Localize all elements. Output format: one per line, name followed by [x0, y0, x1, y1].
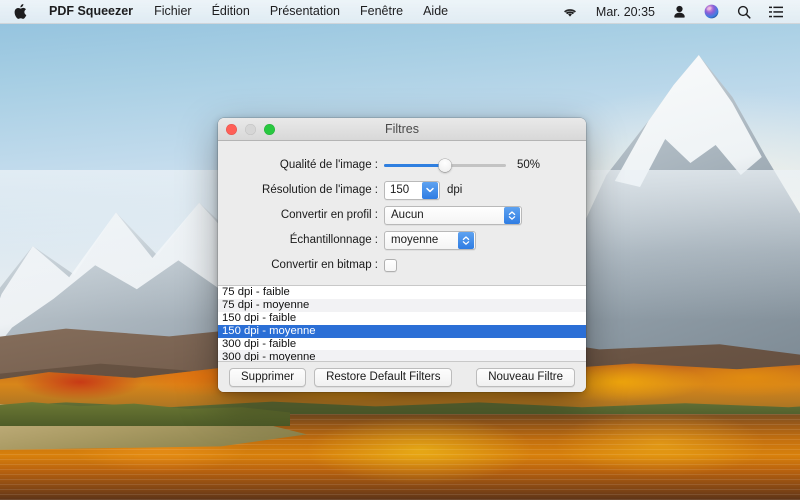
image-resolution-unit: dpi	[447, 184, 463, 196]
window-footer: Supprimer Restore Default Filters Nouvea…	[218, 362, 586, 392]
menu-item-fenetre[interactable]: Fenêtre	[350, 0, 413, 23]
menu-item-presentation[interactable]: Présentation	[260, 0, 350, 23]
menu-app-name[interactable]: PDF Squeezer	[38, 0, 144, 23]
convert-profile-value: Aucun	[391, 209, 424, 221]
filter-list: 75 dpi - faible 75 dpi - moyenne 150 dpi -…	[218, 286, 586, 362]
wifi-icon[interactable]	[553, 0, 587, 23]
filter-list-row-label: 75 dpi - faible	[222, 286, 290, 299]
minimize-button[interactable]	[245, 123, 256, 135]
menu-item-aide[interactable]: Aide	[413, 0, 458, 23]
image-resolution-combobox[interactable]: 150	[384, 180, 440, 200]
row-convert-profile: Convertir en profil : Aucun	[218, 205, 586, 225]
filter-list-row[interactable]: 300 dpi - moyenne	[218, 350, 586, 362]
user-account-icon[interactable]	[664, 0, 695, 23]
spotlight-search-icon[interactable]	[728, 0, 760, 23]
image-quality-slider[interactable]	[384, 156, 506, 174]
filter-list-row[interactable]: 150 dpi - moyenne	[218, 324, 586, 338]
sampling-control: moyenne	[384, 230, 476, 250]
filter-list-row[interactable]: 75 dpi - faible	[218, 286, 586, 299]
filter-list-row-label: 300 dpi - moyenne	[222, 350, 316, 362]
filter-list-row-label: 300 dpi - faible	[222, 338, 297, 350]
filter-list-row-label: 75 dpi - moyenne	[222, 299, 310, 312]
filter-list-row-label: 150 dpi - moyenne	[222, 325, 316, 338]
slider-track-fill	[384, 163, 445, 167]
convert-bitmap-checkbox[interactable]	[384, 258, 397, 272]
image-quality-value: 50%	[517, 159, 541, 171]
siri-icon[interactable]	[695, 0, 728, 23]
delete-button[interactable]: Supprimer	[229, 367, 307, 387]
convert-bitmap-control	[384, 258, 397, 272]
convert-profile-label: Convertir en profil :	[280, 209, 378, 221]
window-titlebar[interactable]: Filtres	[218, 118, 586, 141]
row-sampling: Échantillonnage : moyenne	[218, 230, 586, 250]
chevron-up-down-icon[interactable]	[504, 206, 520, 224]
slider-knob[interactable]	[438, 158, 452, 172]
close-button[interactable]	[226, 123, 237, 135]
convert-bitmap-label: Convertir en bitmap :	[271, 259, 378, 271]
filters-window: Filtres Qualité de l'image : 50% Résolut…	[218, 118, 586, 392]
menu-item-fichier[interactable]: Fichier	[144, 0, 202, 23]
sampling-label: Échantillonnage :	[289, 234, 378, 246]
filter-list-row-label: 150 dpi - faible	[222, 312, 297, 325]
image-resolution-control: 150 dpi	[384, 180, 463, 200]
menu-item-edition[interactable]: Édition	[202, 0, 260, 23]
sampling-popup[interactable]: moyenne	[384, 230, 476, 250]
menu-bar-status-area: Mar. 20:35	[553, 0, 800, 23]
menu-bar-left: PDF Squeezer Fichier Édition Présentatio…	[0, 0, 458, 23]
row-image-quality: Qualité de l'image : 50%	[218, 155, 586, 175]
convert-profile-popup[interactable]: Aucun	[384, 205, 522, 225]
convert-profile-control: Aucun	[384, 205, 522, 225]
image-resolution-value[interactable]: 150	[385, 184, 422, 196]
filter-list-row[interactable]: 75 dpi - moyenne	[218, 298, 586, 312]
filter-settings-form: Qualité de l'image : 50% Résolution de l…	[218, 141, 586, 285]
chevron-up-down-icon[interactable]	[458, 231, 474, 249]
restore-default-filters-button[interactable]: Restore Default Filters	[314, 367, 453, 387]
sampling-value: moyenne	[391, 234, 439, 246]
traffic-lights	[218, 123, 275, 135]
filter-list-row[interactable]: 300 dpi - faible	[218, 337, 586, 351]
new-filter-button[interactable]: Nouveau Filtre	[476, 367, 575, 387]
image-resolution-label: Résolution de l'image :	[262, 184, 378, 196]
zoom-button[interactable]	[264, 123, 275, 135]
row-convert-bitmap: Convertir en bitmap :	[218, 255, 586, 275]
filter-list-row[interactable]: 150 dpi - faible	[218, 311, 586, 325]
row-image-resolution: Résolution de l'image : 150 dpi	[218, 180, 586, 200]
chevron-down-icon[interactable]	[422, 181, 438, 199]
apple-logo-icon[interactable]	[0, 0, 38, 23]
image-quality-control: 50%	[384, 156, 540, 174]
desktop-screen: PDF Squeezer Fichier Édition Présentatio…	[0, 0, 800, 500]
menu-bar: PDF Squeezer Fichier Édition Présentatio…	[0, 0, 800, 24]
image-quality-label: Qualité de l'image :	[279, 159, 378, 171]
menu-bar-clock[interactable]: Mar. 20:35	[587, 5, 664, 19]
filter-list-container[interactable]: 75 dpi - faible 75 dpi - moyenne 150 dpi -…	[218, 285, 586, 362]
notification-center-icon[interactable]	[760, 0, 792, 23]
